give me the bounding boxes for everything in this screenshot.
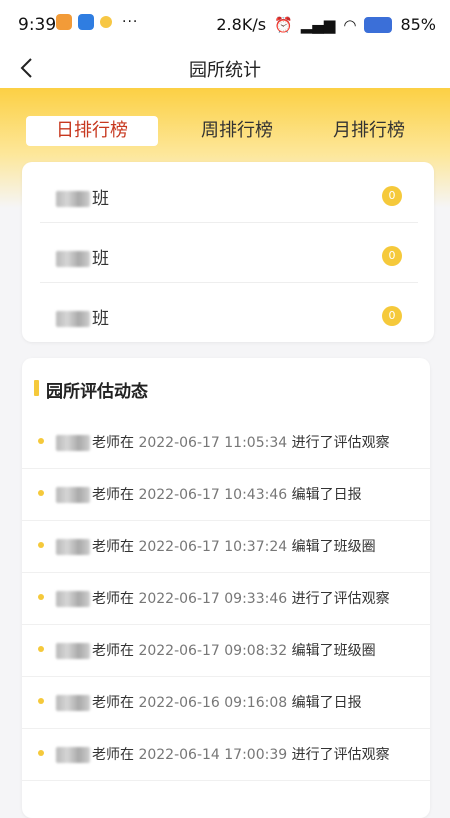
- tab-daily-ranking[interactable]: 日排行榜: [26, 116, 158, 146]
- bullet-dot: [38, 438, 44, 444]
- wifi-icon: ◠: [343, 15, 357, 34]
- activity-text: 老师在 2022-06-17 10:43:46 编辑了日报: [56, 484, 362, 504]
- blurred-name: [56, 591, 90, 607]
- bullet-dot: [38, 542, 44, 548]
- activity-item[interactable]: 老师在 2022-06-17 10:43:46 编辑了日报: [22, 468, 430, 521]
- activity-action: 编辑了班级圈: [291, 539, 376, 555]
- activity-text: 老师在 2022-06-17 09:08:32 编辑了班级圈: [56, 640, 376, 660]
- activity-action: 进行了评估观察: [291, 747, 390, 763]
- activity-item[interactable]: 老师在 2022-06-17 11:05:34 进行了评估观察: [22, 416, 430, 469]
- ranking-row[interactable]: 班 0: [40, 162, 418, 223]
- blurred-name: [56, 191, 90, 207]
- bullet-dot: [38, 490, 44, 496]
- activity-item[interactable]: 老师在 2022-06-14 17:00:39 进行了评估观察: [22, 728, 430, 781]
- ranking-tabs: 日排行榜 周排行榜 月排行榜: [22, 116, 432, 148]
- blurred-name: [56, 487, 90, 503]
- app-notification-icon: [78, 14, 94, 30]
- status-bar: 9:39 ··· 2.8K/s ⏰ ▂▄▆ ◠ 85%: [0, 0, 450, 50]
- count-badge: 0: [382, 246, 402, 266]
- ranking-card: 班 0 班 0 班 0: [22, 162, 434, 342]
- blurred-name: [56, 251, 90, 267]
- notification-icons: ···: [56, 14, 138, 30]
- count-badge: 0: [382, 306, 402, 326]
- activity-time: 2022-06-16 09:16:08: [138, 695, 288, 711]
- activity-title: 园所评估动态: [46, 382, 148, 402]
- activity-text: 老师在 2022-06-17 11:05:34 进行了评估观察: [56, 432, 390, 452]
- activity-text: 老师在 2022-06-17 10:37:24 编辑了班级圈: [56, 536, 376, 556]
- blurred-name: [56, 747, 90, 763]
- bullet-dot: [38, 698, 44, 704]
- activity-item[interactable]: 老师在 2022-06-17 10:37:24 编辑了班级圈: [22, 520, 430, 573]
- activity-time: 2022-06-17 09:08:32: [138, 643, 288, 659]
- blurred-name: [56, 311, 90, 327]
- activity-text: 老师在 2022-06-17 09:33:46 进行了评估观察: [56, 588, 390, 608]
- status-right: 2.8K/s ⏰ ▂▄▆ ◠ 85%: [216, 15, 436, 34]
- blurred-name: [56, 435, 90, 451]
- tab-monthly-ranking[interactable]: 月排行榜: [314, 116, 424, 146]
- count-badge: 0: [382, 186, 402, 206]
- blurred-name: [56, 643, 90, 659]
- activity-item[interactable]: 老师在 2022-06-16 09:16:08 编辑了日报: [22, 676, 430, 729]
- activity-time: 2022-06-17 09:33:46: [138, 591, 288, 607]
- activity-time: 2022-06-17 11:05:34: [138, 435, 288, 451]
- network-speed: 2.8K/s: [216, 15, 267, 34]
- activity-item[interactable]: 老师在 2022-06-17 09:33:46 进行了评估观察: [22, 572, 430, 625]
- class-name: 班: [56, 304, 109, 329]
- bullet-dot: [38, 646, 44, 652]
- activity-item[interactable]: 老师在 2022-06-17 09:08:32 编辑了班级圈: [22, 624, 430, 677]
- activity-text: 老师在 2022-06-14 17:00:39 进行了评估观察: [56, 744, 390, 764]
- bullet-dot: [38, 750, 44, 756]
- activity-time: 2022-06-17 10:43:46: [138, 487, 288, 503]
- activity-time: 2022-06-14 17:00:39: [138, 747, 288, 763]
- more-notifications-icon: ···: [122, 14, 139, 30]
- app-notification-icon: [100, 16, 112, 28]
- class-name: 班: [56, 184, 109, 209]
- nav-bar: 园所统计: [0, 50, 450, 88]
- section-accent-bar: [34, 380, 39, 396]
- page-title: 园所统计: [189, 60, 261, 81]
- ranking-row[interactable]: 班 0: [40, 282, 418, 342]
- battery-percent: 85%: [400, 15, 436, 34]
- signal-icon: ▂▄▆: [300, 15, 336, 34]
- app-notification-icon: [56, 14, 72, 30]
- class-name: 班: [56, 244, 109, 269]
- blurred-name: [56, 695, 90, 711]
- alarm-icon: ⏰: [274, 15, 293, 34]
- bullet-dot: [38, 594, 44, 600]
- tab-weekly-ranking[interactable]: 周排行榜: [182, 116, 292, 146]
- activity-action: 编辑了日报: [291, 487, 362, 503]
- activity-time: 2022-06-17 10:37:24: [138, 539, 288, 555]
- battery-icon: [364, 16, 393, 33]
- activity-action: 进行了评估观察: [291, 591, 390, 607]
- blurred-name: [56, 539, 90, 555]
- activity-text: 老师在 2022-06-16 09:16:08 编辑了日报: [56, 692, 362, 712]
- activity-action: 编辑了日报: [291, 695, 362, 711]
- ranking-row[interactable]: 班 0: [40, 222, 418, 283]
- status-time: 9:39: [18, 15, 57, 35]
- activity-card: 园所评估动态 老师在 2022-06-17 11:05:34 进行了评估观察 老…: [22, 358, 430, 818]
- activity-action: 进行了评估观察: [291, 435, 390, 451]
- activity-action: 编辑了班级圈: [291, 643, 376, 659]
